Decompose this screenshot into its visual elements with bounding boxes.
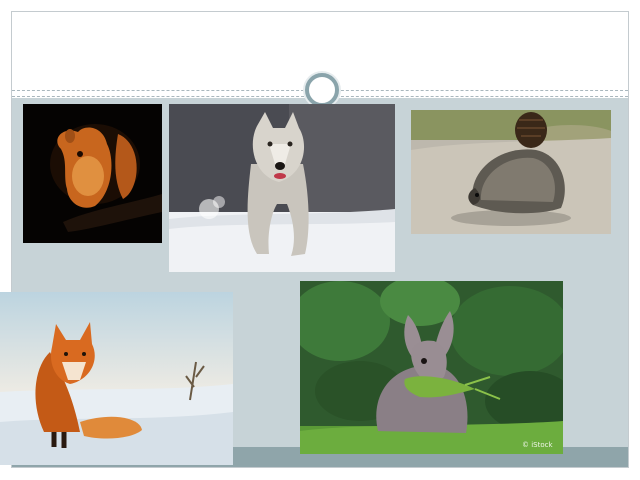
watermark-text: © iStock — [522, 441, 553, 449]
hedgehog-image — [411, 110, 611, 234]
photo-squirrel — [23, 104, 162, 243]
squirrel-image — [23, 104, 162, 243]
rabbit-image: © iStock — [300, 281, 563, 454]
photo-fox — [0, 292, 233, 465]
fox-image — [0, 292, 233, 465]
photo-rabbit: © iStock — [300, 281, 563, 454]
wolf-image — [169, 104, 395, 272]
ring-ornament-icon — [305, 73, 339, 107]
photo-wolf — [169, 104, 395, 272]
photo-hedgehog — [411, 110, 611, 234]
